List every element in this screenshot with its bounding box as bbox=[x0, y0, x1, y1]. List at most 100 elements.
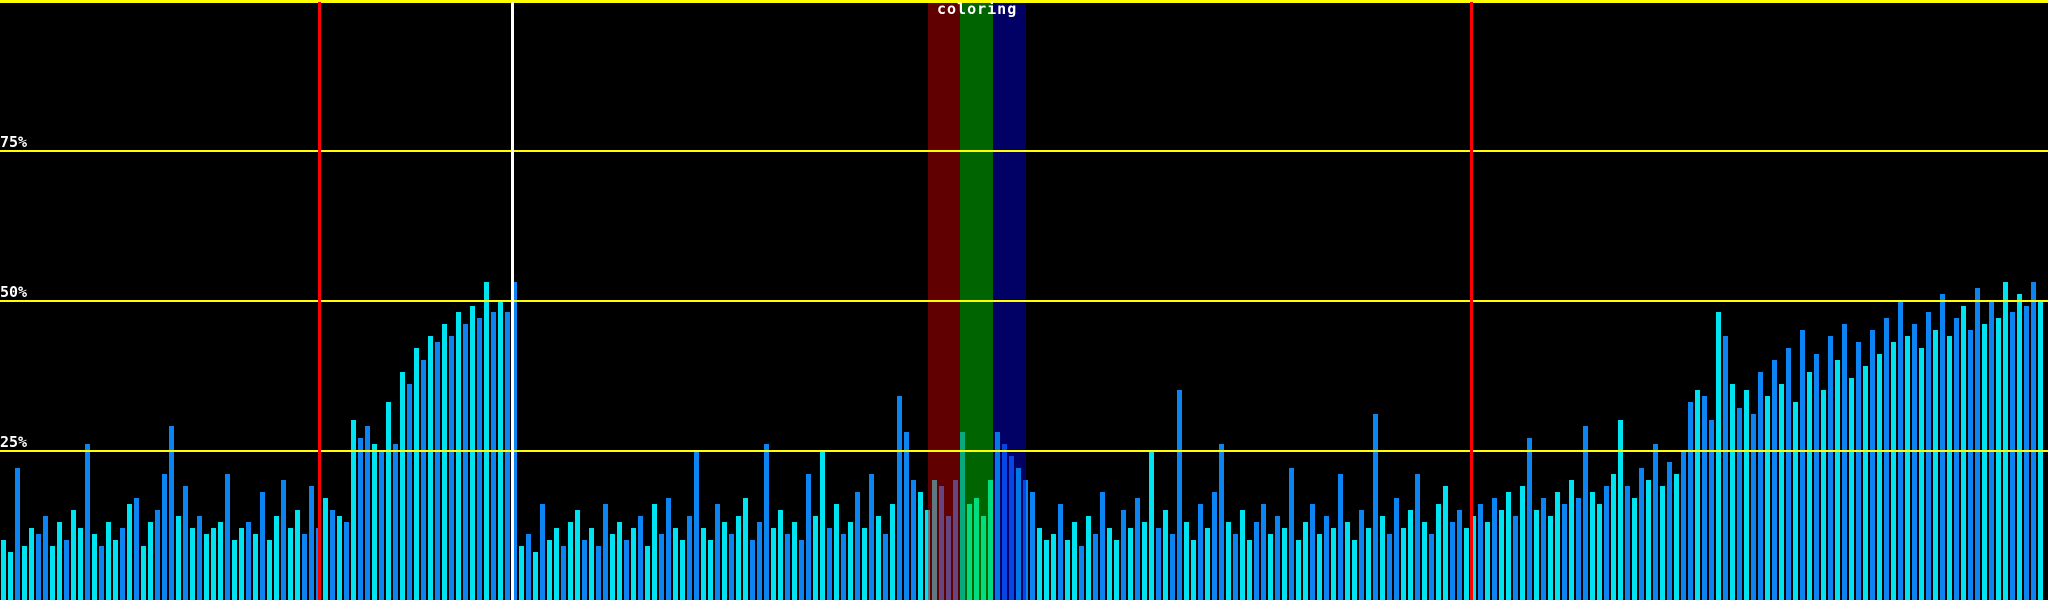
histogram-bar bbox=[372, 444, 377, 600]
histogram-bar bbox=[1513, 516, 1518, 600]
histogram-bar bbox=[771, 528, 776, 600]
histogram-bar bbox=[757, 522, 762, 600]
histogram-bar bbox=[309, 486, 314, 600]
histogram-bar bbox=[1324, 516, 1329, 600]
histogram-bar bbox=[1436, 504, 1441, 600]
histogram-bar bbox=[414, 348, 419, 600]
gridline-75 bbox=[0, 150, 2048, 152]
histogram-bar bbox=[1793, 402, 1798, 600]
histogram-bar bbox=[813, 516, 818, 600]
histogram-bar bbox=[463, 324, 468, 600]
histogram-bar bbox=[29, 528, 34, 600]
histogram-bar bbox=[638, 516, 643, 600]
histogram-bar bbox=[246, 522, 251, 600]
histogram-bar bbox=[1121, 510, 1126, 600]
histogram-bar bbox=[799, 540, 804, 600]
histogram-bar bbox=[722, 522, 727, 600]
histogram-bar bbox=[491, 312, 496, 600]
histogram-bar bbox=[1317, 534, 1322, 600]
histogram-bar bbox=[281, 480, 286, 600]
histogram-bar bbox=[288, 528, 293, 600]
histogram-bar bbox=[1765, 396, 1770, 600]
histogram-bar bbox=[533, 552, 538, 600]
histogram-bar bbox=[1331, 528, 1336, 600]
gridline-50 bbox=[0, 300, 2048, 302]
histogram-bar bbox=[1373, 414, 1378, 600]
histogram-bar bbox=[1905, 336, 1910, 600]
histogram-bar bbox=[337, 516, 342, 600]
histogram-bar bbox=[610, 534, 615, 600]
histogram-bar bbox=[1576, 498, 1581, 600]
histogram-bar bbox=[1569, 480, 1574, 600]
histogram-bar bbox=[1814, 354, 1819, 600]
histogram-bar bbox=[120, 528, 125, 600]
histogram-bar bbox=[127, 504, 132, 600]
histogram-bar bbox=[22, 546, 27, 600]
histogram-bar bbox=[736, 516, 741, 600]
histogram-bar bbox=[134, 498, 139, 600]
histogram-bar bbox=[792, 522, 797, 600]
histogram-bar bbox=[1030, 492, 1035, 600]
histogram-bar bbox=[1107, 528, 1112, 600]
histogram-bar bbox=[1947, 336, 1952, 600]
histogram-bar bbox=[1702, 396, 1707, 600]
histogram-bar bbox=[239, 528, 244, 600]
histogram-bar bbox=[1541, 498, 1546, 600]
histogram-bar bbox=[1408, 510, 1413, 600]
histogram-bar bbox=[855, 492, 860, 600]
histogram-bar bbox=[1807, 372, 1812, 600]
histogram-bar bbox=[1233, 534, 1238, 600]
histogram-bar bbox=[1961, 306, 1966, 600]
histogram-bar bbox=[862, 528, 867, 600]
histogram-bar bbox=[1597, 504, 1602, 600]
histogram-bar bbox=[1275, 516, 1280, 600]
histogram-bar bbox=[1, 540, 6, 600]
histogram-bar bbox=[1044, 540, 1049, 600]
histogram-bar bbox=[1464, 528, 1469, 600]
histogram-bar bbox=[43, 516, 48, 600]
histogram-bar bbox=[1142, 522, 1147, 600]
gridline-25 bbox=[0, 450, 2048, 452]
histogram-bar bbox=[1443, 486, 1448, 600]
histogram-bar bbox=[1128, 528, 1133, 600]
histogram-bar bbox=[645, 546, 650, 600]
histogram-bar bbox=[1611, 474, 1616, 600]
histogram-bar bbox=[435, 342, 440, 600]
histogram-bar bbox=[1751, 414, 1756, 600]
histogram-bar bbox=[197, 516, 202, 600]
histogram-bar bbox=[561, 546, 566, 600]
red-marker-line-1 bbox=[318, 2, 321, 600]
histogram-bar bbox=[421, 360, 426, 600]
histogram-bar bbox=[190, 528, 195, 600]
histogram-bar bbox=[1359, 510, 1364, 600]
histogram-bar bbox=[1226, 522, 1231, 600]
histogram-bar bbox=[1730, 384, 1735, 600]
histogram-bar bbox=[617, 522, 622, 600]
histogram-bar bbox=[393, 444, 398, 600]
histogram-bar bbox=[484, 282, 489, 600]
histogram-bar bbox=[1590, 492, 1595, 600]
histogram-bar bbox=[1639, 468, 1644, 600]
histogram-bar bbox=[148, 522, 153, 600]
histogram-bar bbox=[1268, 534, 1273, 600]
histogram-bar bbox=[554, 528, 559, 600]
histogram-bar bbox=[1779, 384, 1784, 600]
histogram-bar bbox=[211, 528, 216, 600]
histogram-bar bbox=[1723, 336, 1728, 600]
white-marker-line bbox=[511, 2, 514, 600]
histogram-bar bbox=[225, 474, 230, 600]
histogram-bar bbox=[477, 318, 482, 600]
histogram-bar bbox=[603, 504, 608, 600]
histogram-bar bbox=[1212, 492, 1217, 600]
histogram-bar bbox=[1296, 540, 1301, 600]
histogram-bar bbox=[1982, 324, 1987, 600]
histogram-bar bbox=[1429, 534, 1434, 600]
histogram-bar bbox=[1653, 444, 1658, 600]
histogram-bar bbox=[1695, 390, 1700, 600]
histogram-bar bbox=[274, 516, 279, 600]
histogram-bar bbox=[1135, 498, 1140, 600]
histogram-bar bbox=[848, 522, 853, 600]
histogram-bar bbox=[71, 510, 76, 600]
histogram-bar bbox=[631, 528, 636, 600]
histogram-bar bbox=[729, 534, 734, 600]
